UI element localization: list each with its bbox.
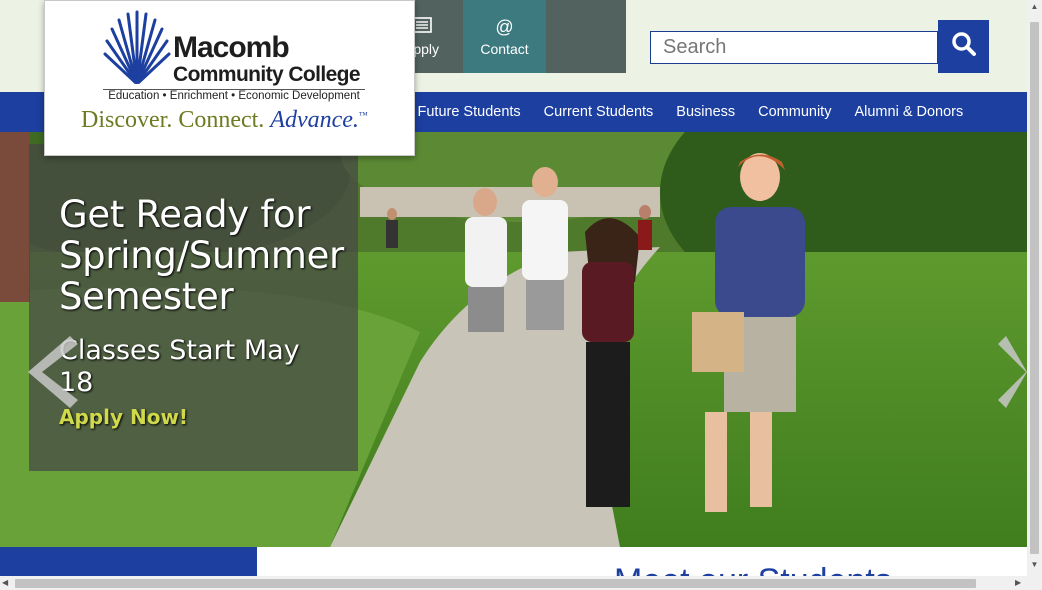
scrollbar-corner xyxy=(1027,576,1042,590)
horizontal-scroll-thumb[interactable] xyxy=(15,579,976,588)
nav-alumni-donors[interactable]: Alumni & Donors xyxy=(843,104,975,120)
vertical-scrollbar[interactable]: ▲ ▼ xyxy=(1027,0,1042,576)
nav-community[interactable]: Community xyxy=(747,104,843,120)
hero-caption: Get Ready for Spring/Summer Semester Cla… xyxy=(29,144,358,471)
logo-motto-part1: Discover. Connect. xyxy=(81,107,271,133)
vertical-scroll-thumb[interactable] xyxy=(1030,22,1039,554)
apply-now-link[interactable]: Apply Now! xyxy=(59,405,358,429)
hero-carousel: Get Ready for Spring/Summer Semester Cla… xyxy=(0,132,1027,547)
logo-motto-advance: Advance. xyxy=(270,107,359,133)
nav-business[interactable]: Business xyxy=(665,104,747,120)
carousel-prev-button[interactable] xyxy=(22,332,78,417)
nav-current-students[interactable]: Current Students xyxy=(532,104,665,120)
logo-tagline: Education • Enrichment • Economic Develo… xyxy=(108,90,360,102)
scroll-right-icon[interactable]: ▶ xyxy=(1015,576,1021,590)
quick-links: Apply @ Contact xyxy=(380,0,626,73)
nav-future-students[interactable]: Future Students xyxy=(406,104,532,120)
search-icon xyxy=(951,31,977,62)
scroll-up-icon[interactable]: ▲ xyxy=(1027,2,1042,16)
chevron-left-icon xyxy=(22,336,78,416)
shell-logo-icon xyxy=(103,10,171,89)
chevron-right-icon xyxy=(998,336,1027,416)
contact-quicklink[interactable]: @ Contact xyxy=(463,0,546,73)
contact-quicklink-label: Contact xyxy=(480,40,529,57)
hero-title: Get Ready for Spring/Summer Semester xyxy=(59,193,344,318)
scroll-down-icon[interactable]: ▼ xyxy=(1027,560,1042,574)
search-input[interactable] xyxy=(651,32,937,63)
logo-name-line2: Community College xyxy=(173,63,361,86)
at-icon: @ xyxy=(495,16,514,37)
logo-motto: Discover. Connect. Advance.™ xyxy=(81,107,391,134)
scroll-left-icon[interactable]: ◀ xyxy=(2,576,8,590)
college-logo[interactable]: Macomb Community College Education • Enr… xyxy=(44,0,415,156)
search-button[interactable] xyxy=(938,20,989,73)
search-field-wrapper xyxy=(650,31,938,64)
logo-trademark: ™ xyxy=(358,110,368,120)
hero-subtitle: Classes Start May 18 xyxy=(59,335,300,398)
horizontal-scrollbar[interactable]: ◀ ▶ xyxy=(0,576,1027,590)
logo-name-line1: Macomb xyxy=(173,31,290,64)
section-tab-block xyxy=(0,547,257,577)
carousel-next-button[interactable] xyxy=(998,332,1027,417)
